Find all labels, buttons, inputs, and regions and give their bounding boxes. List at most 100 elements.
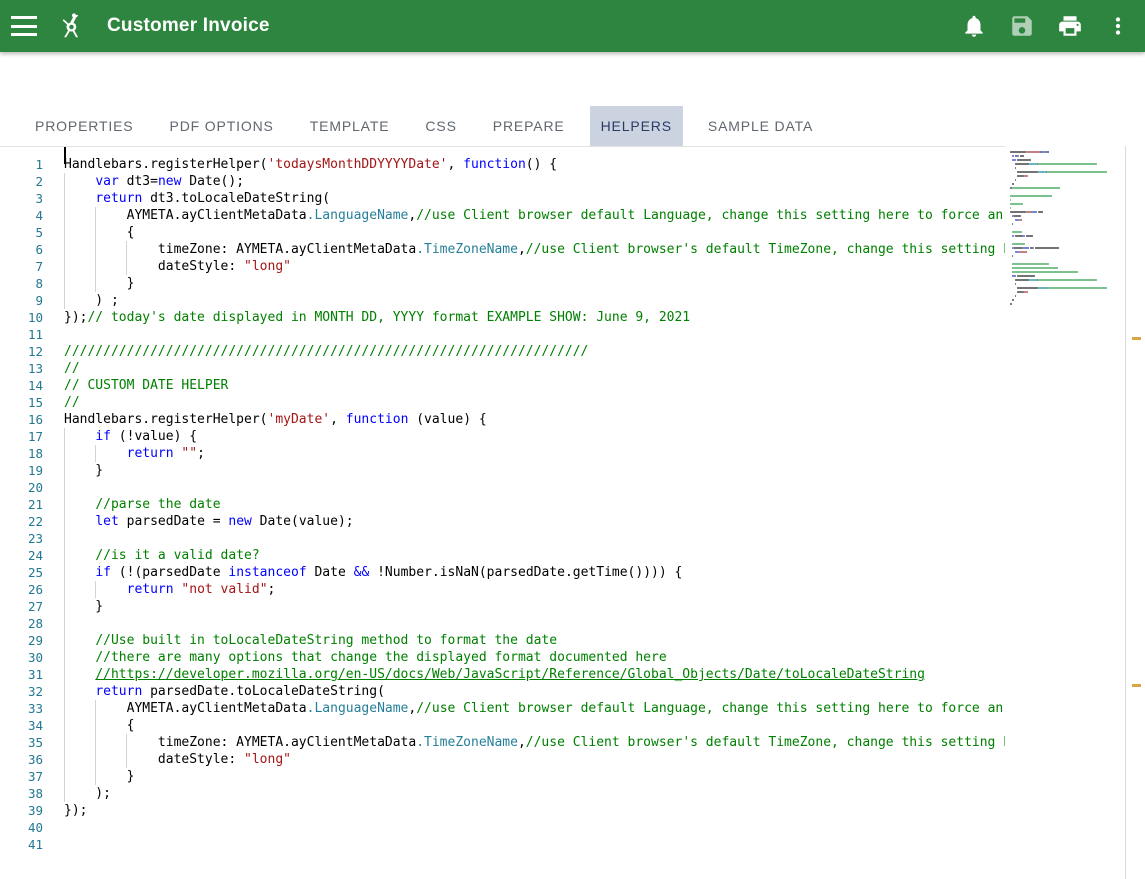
vertical-scrollbar[interactable]: [1126, 146, 1145, 879]
app-header-actions: [961, 13, 1145, 39]
code-line[interactable]: 9 ) ;: [0, 292, 1145, 309]
code-line[interactable]: 12 //////////////////////////////////////…: [0, 343, 1145, 360]
code-line[interactable]: 25 if (!(parsedDate instanceof Date && !…: [0, 564, 1145, 581]
minimap-line: [1010, 310, 1125, 314]
code-line[interactable]: 36 dateStyle: "long": [0, 751, 1145, 768]
code-text: //is it a valid date?: [64, 547, 259, 564]
line-number: 20: [27, 480, 43, 495]
code-editor-lines[interactable]: 1 Handlebars.registerHelper('todaysMonthD…: [0, 156, 1145, 879]
code-line[interactable]: 21 //parse the date: [0, 496, 1145, 513]
code-token: parsedDate =: [118, 514, 229, 529]
code-line[interactable]: 20: [0, 479, 1145, 496]
code-text: }: [64, 768, 135, 785]
tab-sample-data[interactable]: SAMPLE DATA: [697, 106, 824, 146]
code-line[interactable]: 10});// today's date displayed in MONTH …: [0, 309, 1145, 326]
code-line[interactable]: 40: [0, 819, 1145, 836]
overview-ruler-mark: [1132, 337, 1141, 340]
kebab-menu-icon[interactable]: [1105, 13, 1131, 39]
code-token: );: [64, 786, 111, 801]
tab-css[interactable]: CSS: [414, 106, 467, 146]
tab-properties[interactable]: PROPERTIES: [24, 106, 145, 146]
code-text: );: [64, 785, 111, 802]
line-number: 10: [27, 310, 43, 325]
line-number: 24: [27, 548, 43, 563]
code-editor[interactable]: 1 Handlebars.registerHelper('todaysMonthD…: [0, 146, 1145, 879]
code-token: ,: [517, 242, 526, 257]
code-line[interactable]: 18 return "";: [0, 445, 1145, 462]
line-number: 1: [35, 157, 43, 172]
tab-pdf-options[interactable]: PDF OPTIONS: [159, 106, 285, 146]
code-line[interactable]: 15 //: [0, 394, 1145, 411]
line-number: 9: [35, 293, 43, 308]
printer-icon[interactable]: [1057, 13, 1083, 39]
code-text: ////////////////////////////////////////…: [64, 343, 588, 360]
code-line[interactable]: 7 dateStyle: "long": [0, 258, 1145, 275]
code-line[interactable]: 22 let parsedDate = new Date(value);: [0, 513, 1145, 530]
code-token: ,: [447, 157, 464, 172]
tab-prepare[interactable]: PREPARE: [482, 106, 576, 146]
code-text: {: [64, 224, 135, 241]
line-number: 18: [27, 446, 43, 461]
code-token: ,: [517, 735, 526, 750]
code-text: return "";: [64, 445, 205, 462]
code-line[interactable]: 30 //there are many options that change …: [0, 649, 1145, 666]
code-line[interactable]: 11: [0, 326, 1145, 343]
code-line[interactable]: 26 return "not valid";: [0, 581, 1145, 598]
tab-label: SAMPLE DATA: [707, 118, 814, 134]
code-token: //: [64, 361, 80, 376]
code-line[interactable]: 24 //is it a valid date?: [0, 547, 1145, 564]
code-token: (value) {: [408, 412, 487, 427]
line-number: 14: [27, 378, 43, 393]
code-line[interactable]: 19 }: [0, 462, 1145, 479]
tab-template[interactable]: TEMPLATE: [299, 106, 401, 146]
code-line[interactable]: 8 }: [0, 275, 1145, 292]
code-line[interactable]: 29 //Use built in toLocaleDateString met…: [0, 632, 1145, 649]
overview-ruler-mark: [1132, 684, 1141, 687]
floppy-disk-icon[interactable]: [1009, 13, 1035, 39]
hamburger-bar: [11, 24, 37, 28]
code-token: instanceof: [228, 565, 307, 580]
hamburger-bar: [11, 16, 37, 19]
hamburger-menu-icon[interactable]: [11, 16, 37, 36]
code-text: if (!value) {: [64, 428, 197, 445]
code-line[interactable]: 34 {: [0, 717, 1145, 734]
code-line[interactable]: 14 // CUSTOM DATE HELPER: [0, 377, 1145, 394]
code-line[interactable]: 4 AYMETA.ayClientMetaData.LanguageName,/…: [0, 207, 1145, 224]
code-text: dateStyle: "long": [64, 258, 291, 275]
code-line[interactable]: 32 return parsedDate.toLocaleDateString(: [0, 683, 1145, 700]
code-line[interactable]: 41: [0, 836, 1145, 853]
tab-label: PDF OPTIONS: [169, 118, 274, 134]
code-line[interactable]: 1 Handlebars.registerHelper('todaysMonthD…: [0, 156, 1145, 173]
tab-label: CSS: [425, 118, 457, 134]
code-line[interactable]: 28: [0, 615, 1145, 632]
code-line[interactable]: 23: [0, 530, 1145, 547]
code-minimap[interactable]: [1005, 146, 1125, 879]
code-line[interactable]: 16 Handlebars.registerHelper('myDate', fu…: [0, 411, 1145, 428]
code-line[interactable]: 17 if (!value) {: [0, 428, 1145, 445]
code-line[interactable]: 2 var dt3=new Date();: [0, 173, 1145, 190]
code-token: dateStyle:: [64, 752, 245, 767]
code-line[interactable]: 33 AYMETA.ayClientMetaData.LanguageName,…: [0, 700, 1145, 717]
code-token: AYMETA.ayClientMetaData: [64, 208, 307, 223]
code-line[interactable]: 38 );: [0, 785, 1145, 802]
code-line[interactable]: 3 return dt3.toLocaleDateString(: [0, 190, 1145, 207]
code-token[interactable]: //https://developer.mozilla.org/en-US/do…: [95, 667, 925, 682]
code-line[interactable]: 27 }: [0, 598, 1145, 615]
code-line[interactable]: 39});: [0, 802, 1145, 819]
code-line[interactable]: 37 }: [0, 768, 1145, 785]
code-line[interactable]: 35 timeZone: AYMETA.ayClientMetaData.Tim…: [0, 734, 1145, 751]
bell-icon[interactable]: [961, 13, 987, 39]
minimap-content: [1010, 150, 1125, 314]
line-number: 26: [27, 582, 43, 597]
code-line[interactable]: 6 timeZone: AYMETA.ayClientMetaData.Time…: [0, 241, 1145, 258]
code-line[interactable]: 13 //: [0, 360, 1145, 377]
code-line[interactable]: 5 {: [0, 224, 1145, 241]
code-token: Date();: [181, 174, 245, 189]
tab-helpers[interactable]: HELPERS: [589, 106, 683, 146]
code-line[interactable]: 31 //https://developer.mozilla.org/en-US…: [0, 666, 1145, 683]
code-text: timeZone: AYMETA.ayClientMetaData.TimeZo…: [64, 734, 1145, 751]
code-token: dateStyle:: [64, 259, 245, 274]
